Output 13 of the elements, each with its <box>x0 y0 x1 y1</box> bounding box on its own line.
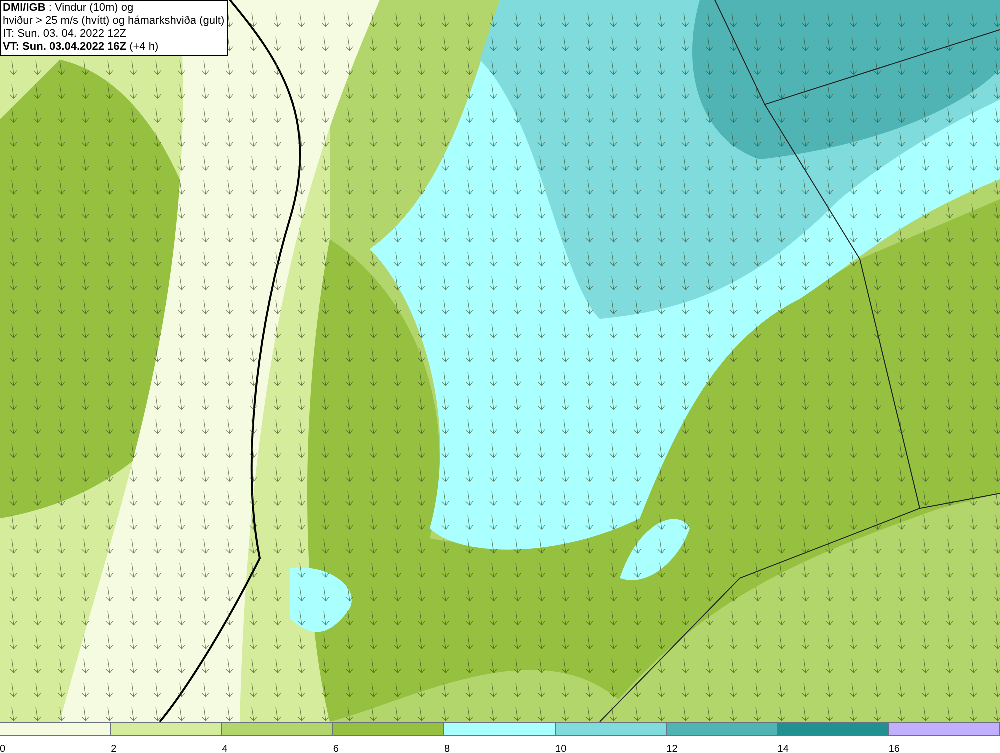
legend-label: 4 <box>222 744 228 753</box>
legend-label: 10 <box>556 744 567 753</box>
info-text: DMI/IGB : Vindur (10m) og <box>3 2 135 15</box>
info-text: VT: Sun. 03.04.2022 16Z (+4 h) <box>3 41 160 54</box>
legend-label: 8 <box>444 744 450 753</box>
info-text: IT: Sun. 03. 04. 2022 12Z <box>3 28 128 41</box>
legend-label: 2 <box>111 744 117 753</box>
info-text: hviður > 25 m/s (hvítt) og hámarkshviða (gult) <box>3 15 225 28</box>
legend-label: 12 <box>666 744 678 753</box>
legend-label: 0 <box>0 744 6 753</box>
legend-label: 14 <box>778 744 789 753</box>
legend-label: 6 <box>333 744 339 753</box>
legend-label: 16 <box>888 744 900 753</box>
